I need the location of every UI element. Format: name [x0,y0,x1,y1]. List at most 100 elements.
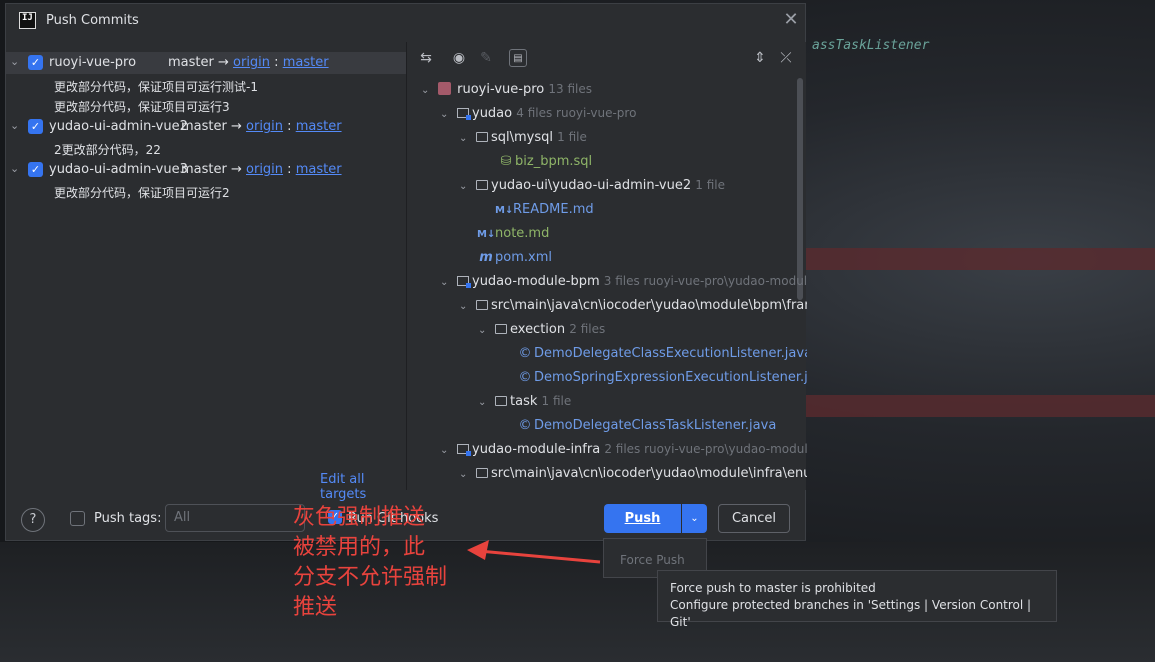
background-highlight-band [806,248,1155,270]
chevron-down-icon[interactable]: ⌄ [10,119,19,132]
branch-separator: : [287,162,292,177]
tree-node-module[interactable]: ⌄ yudao-module-bpm 3 files ruoyi-vue-pro\… [440,274,807,296]
folder-icon [495,396,507,406]
tree-node-module[interactable]: ⌄ yudao-module-infra 2 files ruoyi-vue-pr… [440,442,807,464]
repo-checkbox[interactable]: ✓ [28,119,43,134]
help-button[interactable]: ? [21,508,45,532]
local-branch: master → [181,162,242,177]
target-branch-link[interactable]: master [283,55,329,70]
folder-icon [476,132,488,142]
annotation-line: 推送 [293,595,338,620]
tree-node-folder[interactable]: ⌄ task 1 file [478,394,571,416]
tooltip-line: Force push to master is prohibited [670,581,876,595]
repo-row-yudao-ui-admin-vue2[interactable]: ⌄ ✓ yudao-ui-admin-vue2 master → origin … [6,116,406,138]
repo-name: yudao-ui-admin-vue3 [49,162,188,177]
tags-select[interactable]: All [165,504,305,532]
commit-message[interactable]: 更改部分代码，保证项目可运行2 [54,184,230,204]
tree-node-module[interactable]: ⌄ yudao 4 files ruoyi-vue-pro [440,106,636,128]
background-code-text: assTaskListener [812,38,930,53]
tree-node-file[interactable]: ⛁ biz_bpm.sql [497,154,593,176]
annotation-arrow-icon [467,540,601,564]
expand-all-icon[interactable]: ⇕ [751,49,769,67]
remote-link[interactable]: origin [246,162,283,177]
tree-node-folder[interactable]: ⌄ src\main\java\cn\iocoder\yudao\module\b… [459,298,807,320]
push-tags-checkbox[interactable] [70,511,85,526]
remote-link[interactable]: origin [233,55,270,70]
repo-row-yudao-ui-admin-vue3[interactable]: ⌄ ✓ yudao-ui-admin-vue3 master → origin … [6,159,406,181]
markdown-icon: M↓ [495,205,514,216]
target-branch-link[interactable]: master [296,119,342,134]
repository-icon [437,82,451,95]
dialog-title: Push Commits [46,13,139,28]
tree-node-file[interactable]: © DemoSpringExpressionExecutionListener.j… [516,370,808,392]
repo-branch-mapping: master → origin : master [181,119,342,134]
repo-branch-mapping: master → origin : master [181,162,342,177]
edit-icon[interactable]: ✎ [477,49,495,67]
force-push-tooltip: Force push to master is prohibited Confi… [657,570,1057,629]
chevron-down-icon[interactable]: ⌄ [10,55,19,68]
tree-node-folder[interactable]: ⌄ yudao-ui\yudao-ui-admin-vue2 1 file [459,178,725,200]
repo-checkbox[interactable]: ✓ [28,55,43,70]
local-branch: master → [168,55,229,70]
push-commits-dialog: IJ Push Commits ✕ ⌄ ✓ ruoyi-vue-pro mast… [5,3,807,541]
local-branch: master → [181,119,242,134]
tree-node-file[interactable]: m pom.xml [477,250,552,272]
push-tags-label: Push tags: [94,511,162,526]
push-dropdown-chevron-icon[interactable]: ⌄ [682,504,707,533]
cancel-button[interactable]: Cancel [718,504,790,533]
file-tree: ⌄ ruoyi-vue-pro 13 files ⌄ yudao 4 files … [407,80,807,488]
maven-icon: m [479,250,493,265]
tree-node-file[interactable]: M↓README.md [495,202,594,224]
repo-branch-mapping: master → origin : master [168,55,329,70]
folder-icon [476,180,488,190]
java-class-icon: © [518,370,532,385]
dialog-titlebar: IJ Push Commits ✕ [6,4,805,40]
eye-icon[interactable]: ◉ [450,49,468,67]
group-by-icon[interactable]: ▤ [509,49,527,67]
commit-message[interactable]: 2更改部分代码，22 [54,141,161,161]
tree-node-repo[interactable]: ⌄ ruoyi-vue-pro 13 files [421,82,592,104]
changes-tree-pane: ⇆ ◉ ✎ ▤ ⇕ ⤫ ⌄ ruoyi-vue-pro 13 files ⌄ yu… [406,42,807,490]
java-class-icon: © [518,346,532,361]
annotation-line: 分支不允许强制 [293,565,448,590]
chevron-down-icon[interactable]: ⌄ [10,162,19,175]
collapse-all-icon[interactable]: ⤫ [777,49,795,67]
tooltip-line: Configure protected branches in 'Setting… [670,598,1032,629]
push-button[interactable]: Push [604,504,681,533]
commit-message[interactable]: 更改部分代码，保证项目可运行测试-1 [54,78,258,98]
repo-checkbox[interactable]: ✓ [28,162,43,177]
remote-link[interactable]: origin [246,119,283,134]
tree-node-folder[interactable]: ⌄ exection 2 files [478,322,605,344]
module-folder-icon [457,108,471,120]
branch-separator: : [274,55,279,70]
close-icon[interactable]: ✕ [781,10,801,30]
database-file-icon: ⛁ [500,154,512,169]
markdown-icon: M↓ [477,229,496,240]
repo-row-ruoyi-vue-pro[interactable]: ⌄ ✓ ruoyi-vue-pro master → origin : mast… [6,52,406,74]
tree-node-folder[interactable]: ⌄ src\main\java\cn\iocoder\yudao\module\i… [459,466,807,488]
branch-separator: : [287,119,292,134]
commit-message[interactable]: 更改部分代码，保证项目可运行3 [54,98,230,118]
java-class-icon: © [518,418,532,433]
commits-pane: ⌄ ✓ ruoyi-vue-pro master → origin : mast… [6,46,406,502]
tree-node-file[interactable]: M↓note.md [477,226,549,248]
edit-all-targets-link[interactable]: Edit all targets [320,472,406,502]
repo-name: yudao-ui-admin-vue2 [49,119,188,134]
diff-arrows-icon[interactable]: ⇆ [417,49,435,67]
annotation-line: 被禁用的，此 [293,535,426,560]
repo-name: ruoyi-vue-pro [49,55,137,70]
intellij-logo-icon: IJ [19,12,36,29]
tree-toolbar: ⇆ ◉ ✎ ▤ ⇕ ⤫ [407,42,806,74]
tree-node-folder[interactable]: ⌄ sql\mysql 1 file [459,130,587,152]
target-branch-link[interactable]: master [296,162,342,177]
module-folder-icon [457,276,471,288]
annotation-line: 灰色强制推送 [293,505,426,530]
tree-node-file[interactable]: © DemoDelegateClassTaskListener.java [516,418,777,440]
folder-icon [495,324,507,334]
module-folder-icon [457,444,471,456]
folder-icon [476,468,488,478]
annotation-note: 灰色强制推送 被禁用的，此 分支不允许强制 推送 [293,503,473,623]
tree-node-file[interactable]: © DemoDelegateClassExecutionListener.java [516,346,808,368]
background-highlight-band [806,395,1155,417]
folder-icon [476,300,488,310]
